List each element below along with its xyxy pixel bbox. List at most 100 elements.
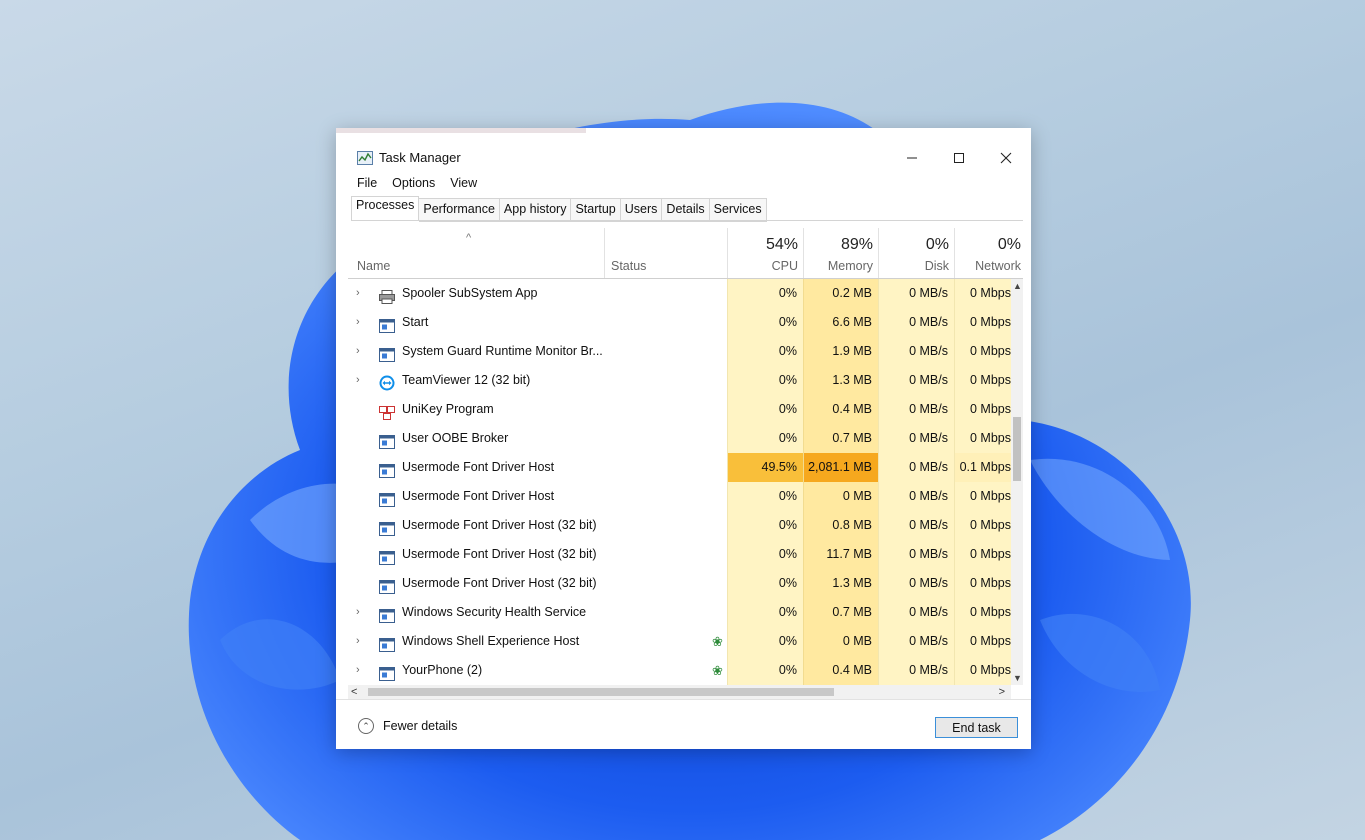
tab-startup[interactable]: Startup — [571, 198, 621, 222]
app-window-icon — [379, 518, 395, 536]
expand-chevron-icon[interactable]: › — [356, 366, 368, 395]
process-disk: 0 MB/s — [878, 656, 954, 685]
process-name: UniKey Program — [402, 402, 494, 416]
table-row[interactable]: Usermode Font Driver Host 49.5% 2,081.1 MB… — [348, 453, 1011, 482]
table-row[interactable]: Usermode Font Driver Host 0% 0 MB 0 MB/s 0 M… — [348, 482, 1011, 511]
scroll-up-icon[interactable]: ▲ — [1013, 281, 1022, 291]
end-task-button[interactable]: End task — [935, 717, 1018, 738]
table-row[interactable]: UniKey Program 0% 0.4 MB 0 MB/s 0 Mbps — [348, 395, 1011, 424]
column-header: ^ Name Status 54% CPU 89% Memory 0% Disk… — [348, 228, 1023, 279]
sort-ascending-icon: ^ — [466, 232, 472, 244]
column-cpu[interactable]: 54% CPU — [727, 228, 804, 278]
memory-total: 89% — [840, 236, 873, 253]
table-row[interactable]: › Windows Security Health Service 0% 0.7 MB… — [348, 598, 1011, 627]
column-name[interactable]: ^ Name — [348, 228, 604, 278]
efficiency-leaf-icon: ❀ — [712, 634, 723, 649]
process-cpu: 49.5% — [727, 453, 803, 482]
menu-file[interactable]: File — [350, 176, 385, 196]
column-memory-label: Memory — [827, 259, 873, 273]
app-window-icon — [379, 576, 395, 594]
expand-chevron-icon[interactable]: › — [356, 308, 368, 337]
process-name: Windows Security Health Service — [402, 605, 587, 619]
tab-processes[interactable]: Processes — [351, 196, 420, 221]
process-cpu: 0% — [727, 627, 803, 656]
process-cpu: 0% — [727, 366, 803, 395]
task-manager-window: Task Manager File Options View Processes… — [336, 128, 1031, 749]
window-top-strip — [336, 128, 586, 133]
column-memory[interactable]: 89% Memory — [803, 228, 879, 278]
maximize-button[interactable] — [936, 144, 982, 172]
process-disk: 0 MB/s — [878, 366, 954, 395]
process-status — [604, 366, 727, 395]
table-row[interactable]: Usermode Font Driver Host (32 bit) 0% 11.7… — [348, 540, 1011, 569]
cpu-total: 54% — [765, 236, 798, 253]
tab-app-history[interactable]: App history — [499, 198, 572, 222]
column-status-label: Status — [611, 259, 647, 273]
process-status — [604, 424, 727, 453]
expand-chevron-icon[interactable]: › — [356, 656, 368, 685]
process-network: 0 Mbps — [954, 308, 1011, 337]
process-memory: 0.2 MB — [803, 279, 878, 308]
horizontal-scrollbar[interactable]: < > — [348, 685, 1011, 699]
title-bar[interactable]: Task Manager — [336, 142, 1031, 174]
minimize-button[interactable] — [889, 144, 935, 172]
process-disk: 0 MB/s — [878, 627, 954, 656]
process-status — [604, 569, 727, 598]
process-memory: 2,081.1 MB — [803, 453, 878, 482]
table-row[interactable]: User OOBE Broker 0% 0.7 MB 0 MB/s 0 Mbps — [348, 424, 1011, 453]
process-disk: 0 MB/s — [878, 598, 954, 627]
fewer-details-button[interactable]: ⌃ Fewer details — [358, 718, 457, 734]
process-cpu: 0% — [727, 656, 803, 685]
process-disk: 0 MB/s — [878, 279, 954, 308]
process-status — [604, 395, 727, 424]
vertical-scrollbar[interactable]: ▲ ▼ — [1011, 279, 1023, 685]
tab-performance[interactable]: Performance — [419, 198, 500, 222]
process-network: 0 Mbps — [954, 627, 1011, 656]
table-row[interactable]: › Windows Shell Experience Host ❀ 0% 0 MB 0 M… — [348, 627, 1011, 656]
process-name: Usermode Font Driver Host (32 bit) — [402, 576, 597, 590]
close-icon — [1000, 152, 1012, 164]
process-disk: 0 MB/s — [878, 337, 954, 366]
process-status — [604, 453, 727, 482]
expand-chevron-icon[interactable]: › — [356, 627, 368, 656]
column-network[interactable]: 0% Network — [954, 228, 1024, 278]
table-row[interactable]: › System Guard Runtime Monitor Br... 0% 1.9… — [348, 337, 1011, 366]
table-row[interactable]: › Spooler SubSystem App 0% 0.2 MB 0 MB/s 0 Mb… — [348, 279, 1011, 308]
network-total: 0% — [997, 236, 1021, 253]
process-network: 0.1 Mbps — [954, 453, 1011, 482]
process-cpu: 0% — [727, 482, 803, 511]
horizontal-scroll-thumb[interactable] — [368, 688, 834, 696]
close-button[interactable] — [983, 144, 1029, 172]
scroll-down-icon[interactable]: ▼ — [1013, 673, 1022, 683]
expand-chevron-icon[interactable]: › — [356, 598, 368, 627]
tab-services[interactable]: Services — [709, 198, 767, 222]
process-disk: 0 MB/s — [878, 308, 954, 337]
app-window-icon — [379, 344, 395, 362]
table-row[interactable]: Usermode Font Driver Host (32 bit) 0% 1.3 … — [348, 569, 1011, 598]
menu-bar: File Options View — [350, 176, 485, 196]
unikey-icon — [379, 402, 395, 420]
table-row[interactable]: › YourPhone (2) ❀ 0% 0.4 MB 0 MB/s 0 Mbps — [348, 656, 1011, 685]
table-row[interactable]: Usermode Font Driver Host (32 bit) 0% 0.8 … — [348, 511, 1011, 540]
column-status[interactable]: Status — [604, 228, 728, 278]
scroll-left-icon[interactable]: < — [351, 685, 357, 699]
tab-details[interactable]: Details — [662, 198, 710, 222]
vertical-scroll-thumb[interactable] — [1013, 417, 1021, 481]
expand-chevron-icon[interactable]: › — [356, 279, 368, 308]
process-name: User OOBE Broker — [402, 431, 509, 445]
process-status: ❀ — [604, 656, 727, 685]
menu-options[interactable]: Options — [385, 176, 443, 196]
expand-placeholder — [356, 540, 368, 569]
menu-view[interactable]: View — [443, 176, 485, 196]
expand-placeholder — [356, 395, 368, 424]
process-name: Spooler SubSystem App — [402, 286, 538, 300]
scroll-right-icon[interactable]: > — [999, 685, 1005, 699]
process-cpu: 0% — [727, 511, 803, 540]
column-disk-label: Disk — [924, 259, 949, 273]
table-row[interactable]: › Start 0% 6.6 MB 0 MB/s 0 Mbps — [348, 308, 1011, 337]
expand-chevron-icon[interactable]: › — [356, 337, 368, 366]
table-row[interactable]: › TeamViewer 12 (32 bit) 0% 1.3 MB 0 MB/s 0 M… — [348, 366, 1011, 395]
process-network: 0 Mbps — [954, 482, 1011, 511]
column-disk[interactable]: 0% Disk — [878, 228, 955, 278]
tab-users[interactable]: Users — [620, 198, 663, 222]
